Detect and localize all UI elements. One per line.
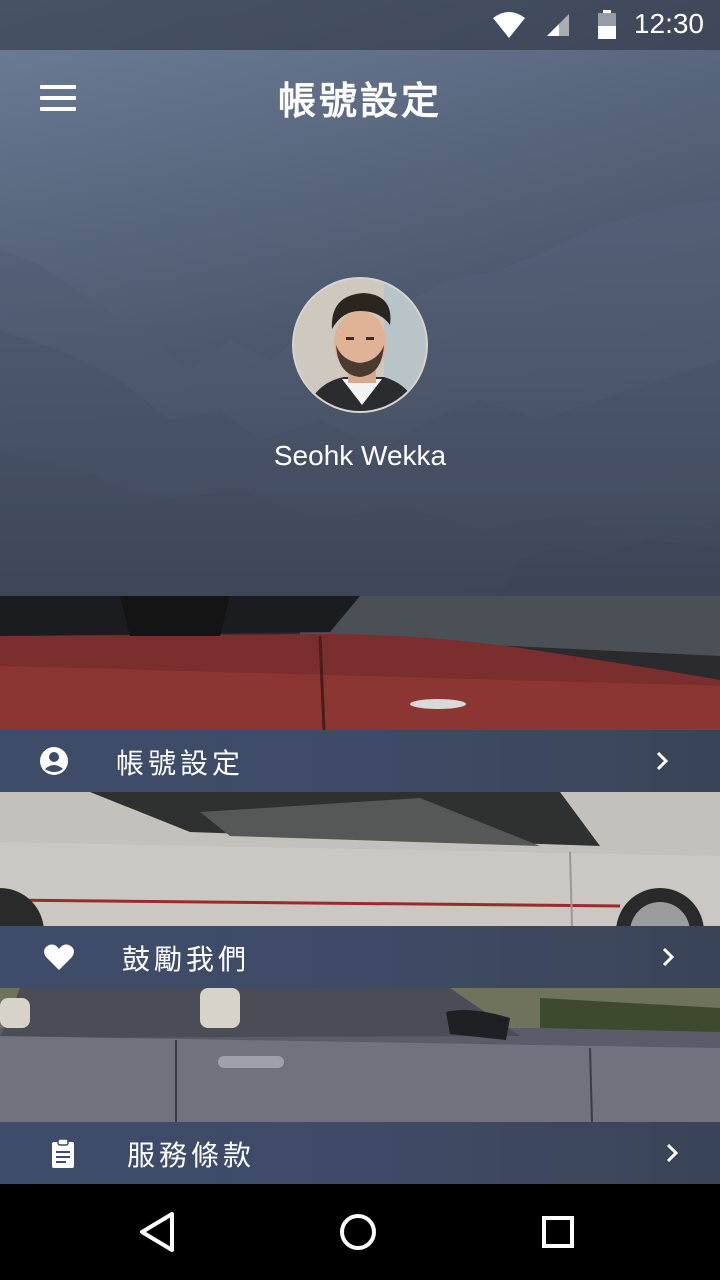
user-avatar[interactable]	[292, 277, 428, 413]
wifi-icon	[493, 12, 525, 38]
account-circle-icon	[40, 747, 68, 775]
heart-icon	[44, 944, 74, 970]
chevron-right-icon	[656, 751, 669, 771]
cell-signal-icon	[547, 14, 569, 36]
grey-car-photo	[0, 988, 720, 1122]
red-car-image	[0, 596, 720, 730]
silver-car-image	[0, 792, 720, 926]
menu-item-encourage-us[interactable]: 鼓勵我們	[0, 926, 720, 988]
silver-car-photo	[0, 792, 720, 926]
back-triangle-icon[interactable]	[132, 1206, 184, 1258]
page-title: 帳號設定	[277, 79, 442, 123]
recents-square-icon[interactable]	[532, 1206, 584, 1258]
home-circle-icon[interactable]	[332, 1206, 384, 1258]
profile-name: Seohk Wekka	[273, 440, 447, 471]
status-bar: 12:30	[0, 0, 720, 50]
chevron-right-icon	[662, 947, 675, 967]
menu-item-label: 服務條款	[127, 1139, 256, 1172]
avatar-portrait-image	[294, 279, 426, 411]
battery-icon	[598, 10, 616, 39]
chevron-right-icon	[666, 1143, 679, 1163]
status-time: 12:30	[633, 8, 704, 39]
menu-item-label: 帳號設定	[116, 747, 245, 780]
menu-item-terms-of-service[interactable]: 服務條款	[0, 1122, 720, 1184]
menu-item-label: 鼓勵我們	[122, 943, 251, 976]
menu-item-account-settings[interactable]: 帳號設定	[0, 730, 720, 792]
red-car-photo	[0, 596, 720, 730]
system-nav-bar	[0, 1184, 720, 1280]
grey-car-image	[0, 988, 720, 1122]
clipboard-icon	[52, 1138, 74, 1168]
